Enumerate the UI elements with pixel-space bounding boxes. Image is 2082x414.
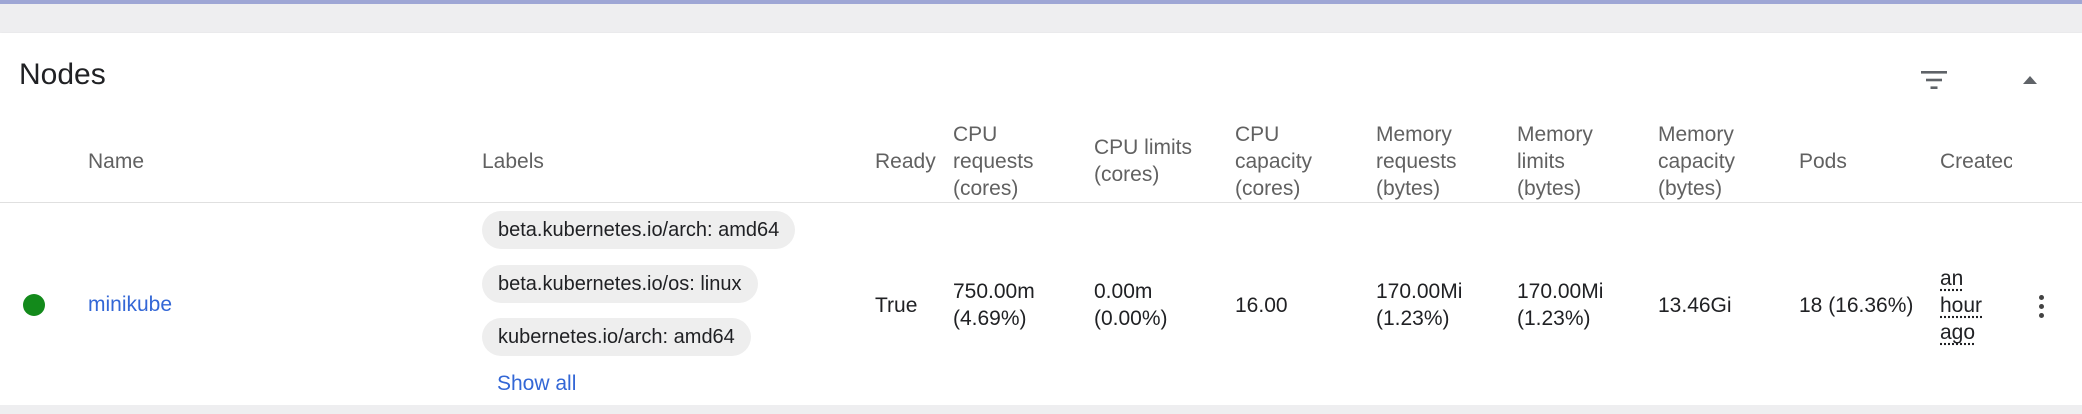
ready-value: True <box>875 294 918 317</box>
header-line: requests <box>953 150 1034 173</box>
column-header-ready: Ready <box>875 150 936 173</box>
cpu-limits-value: 0.00m (0.00%) <box>1094 278 1168 332</box>
column-header-labels: Labels <box>482 150 544 173</box>
column-header-name[interactable]: Name <box>88 148 144 175</box>
page-background-strip <box>0 405 2082 414</box>
cell-line: (4.69%) <box>953 307 1027 330</box>
label-chip: kubernetes.io/arch: amd64 <box>482 318 751 356</box>
header-line: Memory <box>1376 123 1452 146</box>
header-line: Memory <box>1517 123 1593 146</box>
label-chip: beta.kubernetes.io/arch: amd64 <box>482 211 796 249</box>
filter-list-icon <box>1921 71 1947 89</box>
row-actions-button[interactable] <box>2026 290 2056 322</box>
header-line: limits <box>1517 150 1565 173</box>
cpu-requests-value: 750.00m (4.69%) <box>953 278 1035 332</box>
more-vert-icon <box>2038 303 2044 309</box>
top-accent-line <box>0 0 2082 4</box>
header-line: (bytes) <box>1517 177 1582 200</box>
more-vert-icon <box>2038 312 2044 318</box>
more-vert-icon <box>2038 294 2044 300</box>
column-header-memory-capacity: Memory capacity (bytes) <box>1658 121 1735 202</box>
header-line: Memory <box>1658 123 1734 146</box>
header-line: (bytes) <box>1376 177 1441 200</box>
node-name-link[interactable]: minikube <box>88 293 172 317</box>
cell-line: 170.00Mi <box>1376 280 1463 303</box>
status-ready-icon <box>23 294 45 316</box>
header-line: capacity <box>1658 150 1736 173</box>
pods-value: 18 (16.36%) <box>1799 294 1914 317</box>
cell-line: hour <box>1940 294 1983 317</box>
filter-button[interactable] <box>1912 62 1956 98</box>
header-line: (cores) <box>1235 177 1301 200</box>
column-header-cpu-capacity: CPU capacity (cores) <box>1235 121 1312 202</box>
memory-limits-value: 170.00Mi (1.23%) <box>1517 278 1603 332</box>
header-line: CPU <box>953 123 998 146</box>
card-title: Nodes <box>19 58 106 91</box>
column-header-cpu-limits: CPU limits (cores) <box>1094 134 1192 188</box>
header-line: (cores) <box>953 177 1019 200</box>
header-divider <box>0 202 2082 203</box>
header-line: (bytes) <box>1658 177 1723 200</box>
header-line: requests <box>1376 150 1457 173</box>
column-header-pods: Pods <box>1799 150 1847 173</box>
nodes-card <box>0 33 2082 405</box>
header-line: CPU limits <box>1094 136 1192 159</box>
cell-line: (1.23%) <box>1376 307 1450 330</box>
cell-line: 0.00m <box>1094 280 1153 303</box>
header-line: capacity <box>1235 150 1313 173</box>
memory-capacity-value: 13.46Gi <box>1658 294 1732 317</box>
created-age-value[interactable]: an hour ago <box>1940 265 1982 346</box>
label-chip: beta.kubernetes.io/os: linux <box>482 265 758 303</box>
cell-line: 750.00m <box>953 280 1035 303</box>
memory-requests-value: 170.00Mi (1.23%) <box>1376 278 1462 332</box>
cell-line: ago <box>1940 321 1976 344</box>
show-all-labels-link[interactable]: Show all <box>497 372 576 396</box>
column-header-memory-limits: Memory limits (bytes) <box>1517 121 1593 202</box>
column-header-memory-requests: Memory requests (bytes) <box>1376 121 1457 202</box>
cpu-capacity-value: 16.00 <box>1235 294 1288 317</box>
cell-line: 170.00Mi <box>1517 280 1604 303</box>
cell-line: (1.23%) <box>1517 307 1591 330</box>
chevron-up-icon <box>2023 76 2037 84</box>
cell-line: an <box>1940 267 1964 290</box>
column-header-created[interactable]: Createc <box>1940 148 2012 175</box>
header-line: CPU <box>1235 123 1280 146</box>
column-header-cpu-requests: CPU requests (cores) <box>953 121 1034 202</box>
collapse-button[interactable] <box>2008 62 2052 98</box>
header-line: (cores) <box>1094 163 1160 186</box>
cell-line: (0.00%) <box>1094 307 1168 330</box>
